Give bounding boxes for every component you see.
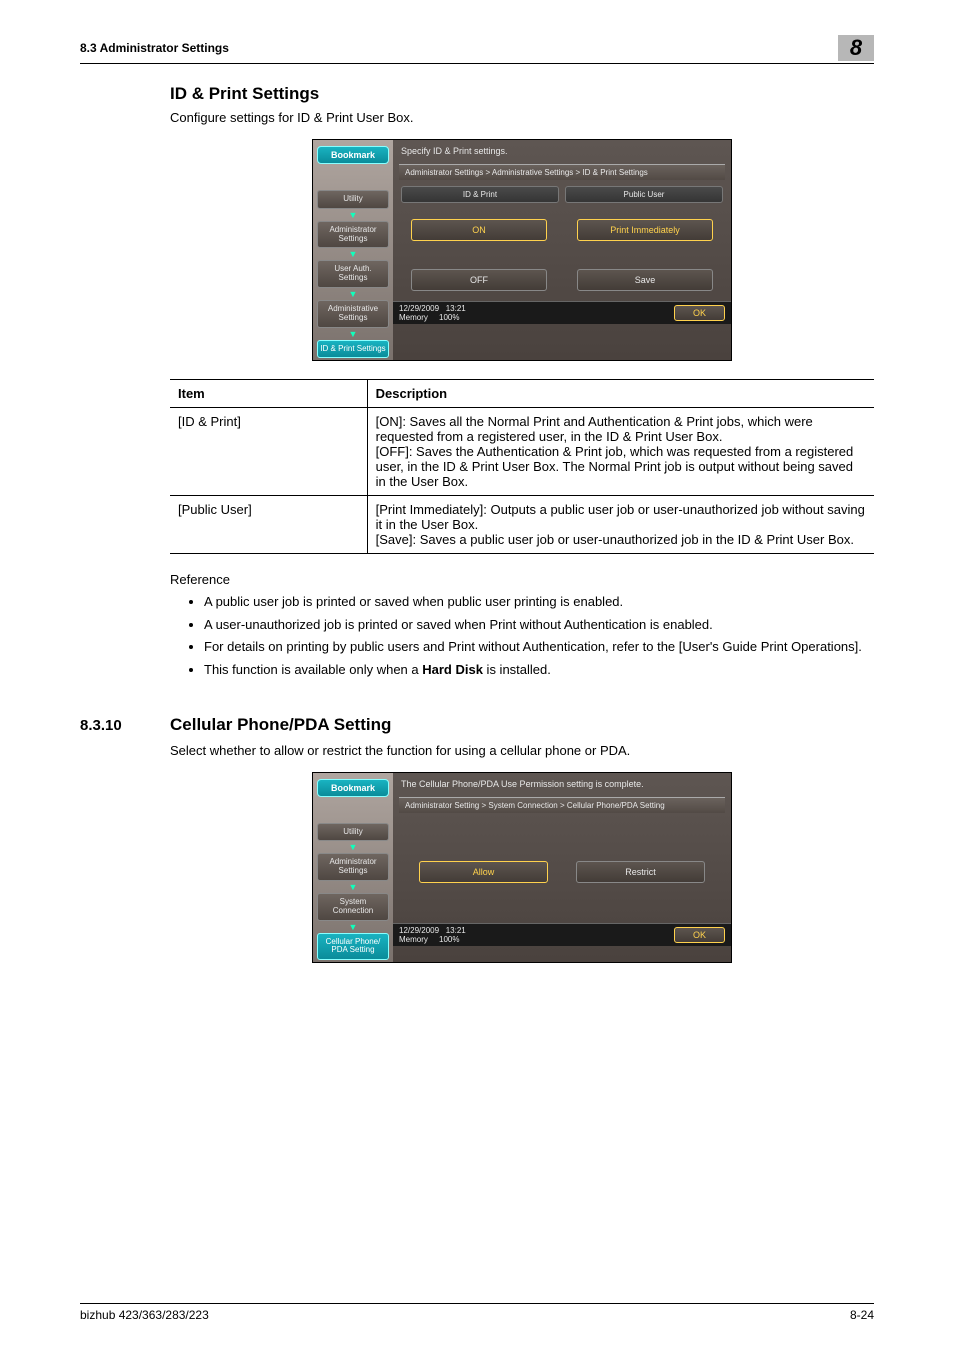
tab-public-user[interactable]: Public User xyxy=(565,186,723,203)
instruction-text: Specify ID & Print settings. xyxy=(393,140,731,160)
list-item: This function is available only when a H… xyxy=(204,661,874,679)
status-text: 12/29/2009 13:21 Memory 100% xyxy=(399,304,466,322)
nav-cellular-pda[interactable]: Cellular Phone/ PDA Setting xyxy=(317,933,389,961)
tab-id-print[interactable]: ID & Print xyxy=(401,186,559,203)
option-print-immediately[interactable]: Print Immediately xyxy=(577,219,713,241)
breadcrumb: Administrator Settings > Administrative … xyxy=(399,164,725,180)
chevron-down-icon: ▼ xyxy=(317,211,389,219)
list-item: A public user job is printed or saved wh… xyxy=(204,593,874,611)
section-number: 8.3.10 xyxy=(80,717,170,734)
nav-user-auth[interactable]: User Auth. Settings xyxy=(317,260,389,288)
chevron-down-icon: ▼ xyxy=(317,290,389,298)
reference-list: A public user job is printed or saved wh… xyxy=(170,593,874,678)
option-save[interactable]: Save xyxy=(577,269,713,291)
section-title: Cellular Phone/PDA Setting xyxy=(170,715,391,735)
chapter-badge: 8 xyxy=(838,35,874,61)
instruction-text: The Cellular Phone/PDA Use Permission se… xyxy=(393,773,731,793)
bookmark-button[interactable]: Bookmark xyxy=(317,146,389,164)
nav-id-print[interactable]: ID & Print Settings xyxy=(317,340,389,359)
screenshot-id-print: Bookmark Utility ▼ Administrator Setting… xyxy=(312,139,732,361)
footer-page: 8-24 xyxy=(850,1308,874,1322)
nav-administrative[interactable]: Administrative Settings xyxy=(317,300,389,328)
td-item: [ID & Print] xyxy=(170,408,367,496)
list-item: A user-unauthorized job is printed or sa… xyxy=(204,616,874,634)
screenshot-cellular-pda: Bookmark Utility ▼ Administrator Setting… xyxy=(312,772,732,964)
nav-utility[interactable]: Utility xyxy=(317,823,389,842)
nav-system-connection[interactable]: System Connection xyxy=(317,893,389,921)
option-on[interactable]: ON xyxy=(411,219,547,241)
chevron-down-icon: ▼ xyxy=(317,843,389,851)
section-intro: Configure settings for ID & Print User B… xyxy=(170,110,874,125)
chevron-down-icon: ▼ xyxy=(317,250,389,258)
header-left: 8.3 Administrator Settings xyxy=(80,41,229,55)
td-desc: [ON]: Saves all the Normal Print and Aut… xyxy=(367,408,874,496)
th-desc: Description xyxy=(367,380,874,408)
status-text: 12/29/2009 13:21 Memory 100% xyxy=(399,926,466,944)
ok-button[interactable]: OK xyxy=(674,305,725,321)
list-item: For details on printing by public users … xyxy=(204,638,874,656)
td-item: [Public User] xyxy=(170,496,367,554)
section-title: ID & Print Settings xyxy=(170,84,874,104)
th-item: Item xyxy=(170,380,367,408)
ok-button[interactable]: OK xyxy=(674,927,725,943)
reference-label: Reference xyxy=(170,572,874,587)
option-off[interactable]: OFF xyxy=(411,269,547,291)
chevron-down-icon: ▼ xyxy=(317,330,389,338)
bookmark-button[interactable]: Bookmark xyxy=(317,779,389,797)
option-allow[interactable]: Allow xyxy=(419,861,548,883)
chevron-down-icon: ▼ xyxy=(317,923,389,931)
nav-admin-settings[interactable]: Administrator Settings xyxy=(317,853,389,881)
footer-model: bizhub 423/363/283/223 xyxy=(80,1308,209,1322)
description-table: Item Description [ID & Print] [ON]: Save… xyxy=(170,379,874,554)
chevron-down-icon: ▼ xyxy=(317,883,389,891)
nav-utility[interactable]: Utility xyxy=(317,190,389,209)
option-restrict[interactable]: Restrict xyxy=(576,861,705,883)
breadcrumb: Administrator Setting > System Connectio… xyxy=(399,797,725,813)
section-intro: Select whether to allow or restrict the … xyxy=(170,743,874,758)
td-desc: [Print Immediately]: Outputs a public us… xyxy=(367,496,874,554)
nav-admin-settings[interactable]: Administrator Settings xyxy=(317,221,389,249)
